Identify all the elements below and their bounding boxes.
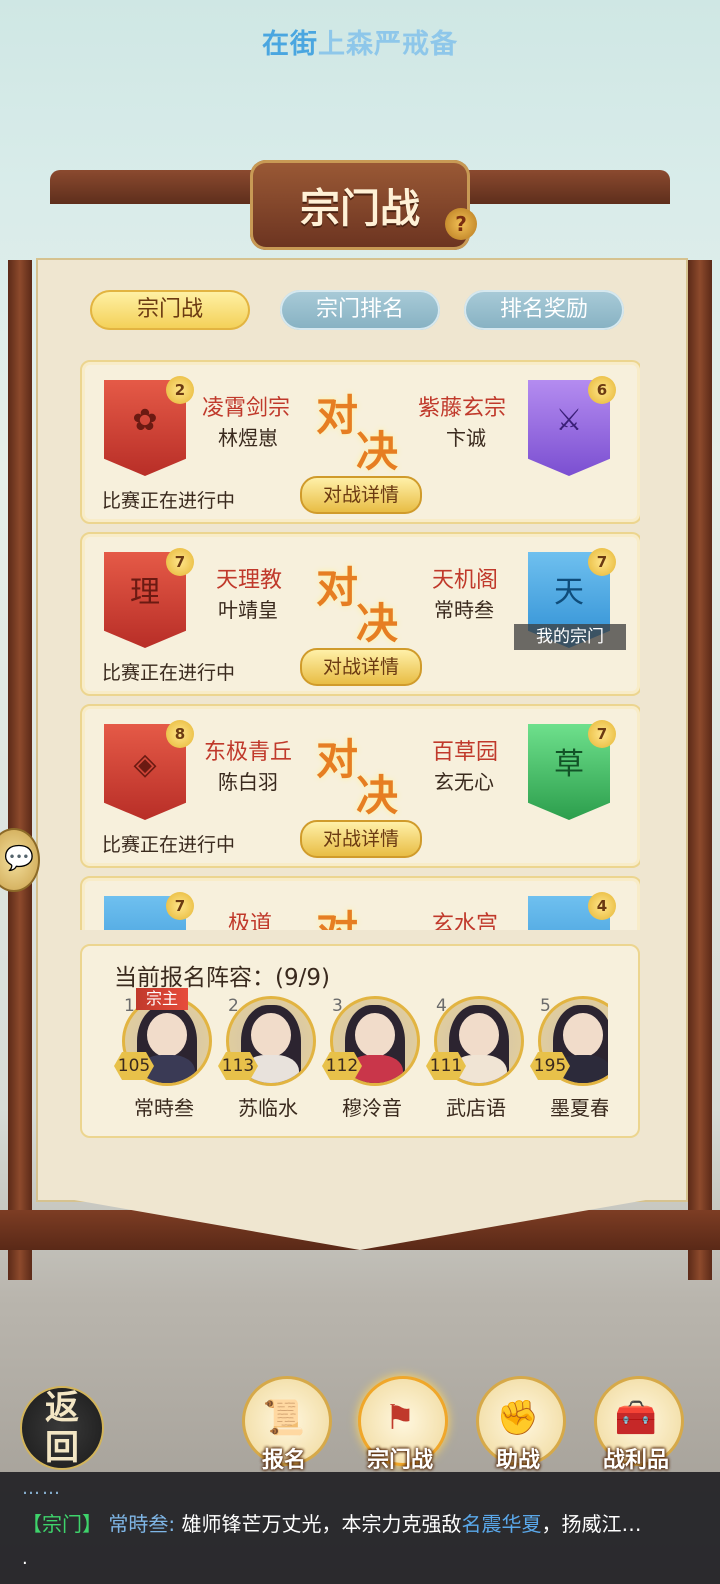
versus-emblem: 对 bbox=[312, 898, 408, 930]
rank-badge-right: 7 bbox=[588, 548, 616, 576]
scroll-bottom bbox=[0, 1180, 720, 1280]
nav-label: 宗门战 bbox=[366, 1448, 433, 1473]
leader-name-left: 林煜崽 bbox=[218, 426, 278, 450]
sect-name-right: 百草园 bbox=[432, 740, 499, 765]
nav-label: 报名 bbox=[261, 1448, 306, 1473]
nav-label: 助战 bbox=[495, 1448, 540, 1473]
leader-name-left: 陈白羽 bbox=[218, 770, 278, 794]
nav-label: 战利品 bbox=[602, 1448, 669, 1473]
match-card: 7 极道 对 玄水宫 4 bbox=[80, 876, 640, 930]
announcement-banner: 在街上森严戒备 bbox=[0, 22, 720, 61]
sect-name-right: 天机阁 bbox=[432, 568, 499, 593]
chat-text-tail: ，扬威江… bbox=[541, 1512, 642, 1536]
roster-title: 当前报名阵容：(9/9) bbox=[114, 965, 330, 991]
rank-badge-left: 2 bbox=[166, 376, 194, 404]
rank-badge-right: 6 bbox=[588, 376, 616, 404]
roster-member[interactable]: 3 112 穆泠音 bbox=[320, 988, 424, 1126]
assist-button[interactable]: ✊ 助战 bbox=[470, 1376, 566, 1473]
member-level: 113 bbox=[218, 1052, 258, 1080]
member-name: 墨夏春 bbox=[550, 1096, 608, 1120]
leader-name-right: 玄无心 bbox=[434, 770, 494, 794]
header-roof: 宗门战 bbox=[50, 160, 670, 270]
versus-emblem: 对 决 bbox=[316, 735, 399, 820]
versus-emblem: 对 决 bbox=[316, 391, 399, 476]
match-status: 比赛正在进行中 bbox=[102, 490, 236, 512]
member-level: 195 bbox=[530, 1052, 570, 1080]
leader-name-left: 叶靖皇 bbox=[218, 598, 278, 622]
page-title: 宗门战 bbox=[300, 186, 420, 232]
left-pillar bbox=[8, 260, 32, 1280]
sect-name-left: 凌霄剑宗 bbox=[202, 396, 291, 421]
help-icon[interactable]: ? bbox=[445, 208, 477, 240]
signup-roster: 当前报名阵容：(9/9) 宗主 1 105 常時叁 2 113 苏临水 3 11… bbox=[80, 944, 640, 1138]
leader-name-right: 常時叁 bbox=[434, 598, 494, 622]
battle-detail-button[interactable]: 对战详情 bbox=[300, 820, 422, 858]
chat-message: 【宗门】 常時叁: 雄师锋芒万丈光，本宗力克强敌名震华夏，扬威江… bbox=[22, 1508, 712, 1537]
signup-button[interactable]: 📜 报名 bbox=[236, 1376, 332, 1473]
roster-member[interactable]: 4 111 武店语 bbox=[424, 988, 528, 1126]
member-name: 苏临水 bbox=[238, 1096, 298, 1120]
roster-heroes[interactable]: 宗主 1 105 常時叁 2 113 苏临水 3 112 穆泠音 4 111 武… bbox=[112, 988, 608, 1126]
sect-name-left: 天理教 bbox=[216, 568, 283, 593]
leader-name-right: 卞诚 bbox=[446, 426, 486, 450]
battle-detail-button[interactable]: 对战详情 bbox=[300, 476, 422, 514]
chat-bar[interactable]: …… 【宗门】 常時叁: 雄师锋芒万丈光，本宗力克强敌名震华夏，扬威江… . bbox=[0, 1472, 720, 1584]
sect-war-button[interactable]: ⚑ 宗门战 bbox=[352, 1376, 448, 1473]
member-level: 112 bbox=[322, 1052, 362, 1080]
rank-badge-left: 8 bbox=[166, 720, 194, 748]
tab-ranking-rewards[interactable]: 排名奖励 bbox=[464, 290, 624, 330]
member-index: 3 bbox=[332, 996, 343, 1016]
sect-name-right: 玄水宫 bbox=[432, 912, 499, 930]
rank-badge-left: 7 bbox=[166, 892, 194, 920]
announcement-text: 上森严戒备 bbox=[318, 29, 458, 60]
member-index: 5 bbox=[540, 996, 551, 1016]
tab-bar: 宗门战 宗门排名 排名奖励 bbox=[90, 290, 630, 332]
tab-sect-ranking[interactable]: 宗门排名 bbox=[280, 290, 440, 330]
roster-member[interactable]: 5 195 墨夏春 bbox=[528, 988, 608, 1126]
match-status: 比赛正在进行中 bbox=[102, 834, 236, 856]
member-index: 2 bbox=[228, 996, 239, 1016]
chat-text: 雄师锋芒万丈光，本宗力克强敌 bbox=[181, 1512, 462, 1536]
announcement-highlight: 在街 bbox=[262, 29, 318, 60]
battle-detail-button[interactable]: 对战详情 bbox=[300, 648, 422, 686]
match-list[interactable]: ✿ 2 凌霄剑宗 林煜崽 对 决 紫藤玄宗 卞诚 ⚔ 6 比赛正在进行中 对战详… bbox=[80, 360, 640, 930]
sect-leader-badge: 宗主 bbox=[136, 988, 188, 1010]
chat-channel-tag: 【宗门】 bbox=[22, 1512, 102, 1536]
member-name: 穆泠音 bbox=[342, 1096, 402, 1120]
roster-member[interactable]: 2 113 苏临水 bbox=[216, 988, 320, 1126]
loot-button[interactable]: 🧰 战利品 bbox=[588, 1376, 684, 1473]
sect-name-right: 紫藤玄宗 bbox=[418, 396, 507, 421]
member-index: 4 bbox=[436, 996, 447, 1016]
rank-badge-right: 4 bbox=[588, 892, 616, 920]
sect-name-left: 东极青丘 bbox=[204, 740, 293, 765]
tab-sect-war[interactable]: 宗门战 bbox=[90, 290, 250, 330]
match-card: ✿ 2 凌霄剑宗 林煜崽 对 决 紫藤玄宗 卞诚 ⚔ 6 比赛正在进行中 对战详… bbox=[80, 360, 640, 524]
member-name: 常時叁 bbox=[134, 1096, 194, 1120]
rank-badge-right: 7 bbox=[588, 720, 616, 748]
chat-trailing: . bbox=[22, 1548, 28, 1569]
chat-bubble-icon[interactable]: 💬 bbox=[0, 828, 40, 892]
chat-speaker[interactable]: 常時叁: bbox=[108, 1512, 175, 1536]
match-status: 比赛正在进行中 bbox=[102, 662, 236, 684]
chat-expand-indicator[interactable]: …… bbox=[22, 1478, 62, 1499]
match-card: 理 7 天理教 叶靖皇 对 决 天机阁 常時叁 天 7 我的宗门 比赛正在进行中… bbox=[80, 532, 640, 696]
chat-highlight: 名震华夏 bbox=[461, 1512, 542, 1536]
member-index: 1 bbox=[124, 996, 135, 1016]
member-level: 105 bbox=[114, 1052, 154, 1080]
right-pillar bbox=[688, 260, 712, 1280]
rank-badge-left: 7 bbox=[166, 548, 194, 576]
back-button[interactable]: 返 回 bbox=[20, 1386, 104, 1470]
member-name: 武店语 bbox=[446, 1096, 506, 1120]
roster-member[interactable]: 宗主 1 105 常時叁 bbox=[112, 988, 216, 1126]
member-level: 111 bbox=[426, 1052, 466, 1080]
match-card: ◈ 8 东极青丘 陈白羽 对 决 百草园 玄无心 草 7 比赛正在进行中 对战详… bbox=[80, 704, 640, 868]
sect-name-left: 极道 bbox=[228, 912, 273, 930]
title-plaque: 宗门战 bbox=[250, 160, 470, 250]
my-sect-badge: 我的宗门 bbox=[514, 624, 626, 650]
versus-emblem: 对 决 bbox=[316, 563, 399, 648]
